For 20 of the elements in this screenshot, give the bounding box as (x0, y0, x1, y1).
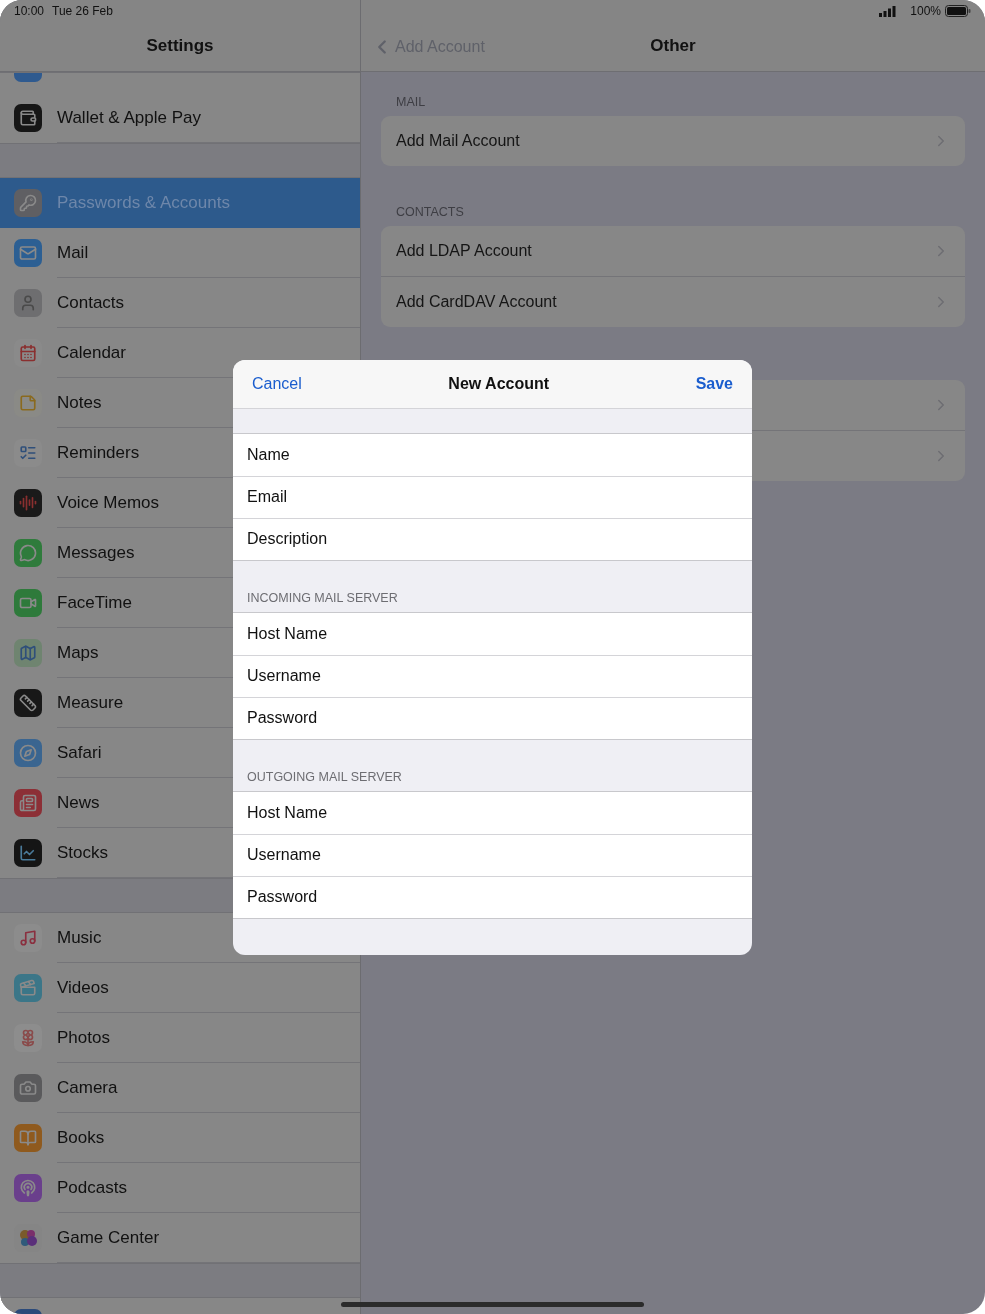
text-field[interactable]: Username (233, 833, 752, 876)
list-row-label[interactable]: Add Mail Account (396, 132, 520, 149)
list-row-label[interactable]: Add LDAP Account (396, 242, 532, 259)
text-field[interactable]: Email (233, 475, 752, 518)
signal-icon (879, 5, 897, 17)
dialog-title: New Account (448, 374, 550, 393)
battery-icon (945, 5, 971, 17)
text-field[interactable]: Password (233, 696, 752, 739)
status-time: 10:00 (14, 4, 45, 18)
text-field[interactable]: Password (233, 875, 752, 918)
section-header: MAIL (395, 95, 427, 111)
battery-percentage: 100% (910, 4, 941, 18)
list-row-label[interactable]: Add CardDAV Account (396, 293, 557, 310)
save-button[interactable]: Save (695, 374, 733, 393)
page-title: Other (650, 35, 696, 56)
text-field[interactable]: Username (233, 654, 752, 697)
section-header: CONTACTS (395, 205, 465, 221)
sidebar-title: Settings (146, 35, 214, 56)
status-date: Tue 26 Feb (52, 4, 113, 18)
text-field[interactable]: Description (233, 517, 752, 560)
